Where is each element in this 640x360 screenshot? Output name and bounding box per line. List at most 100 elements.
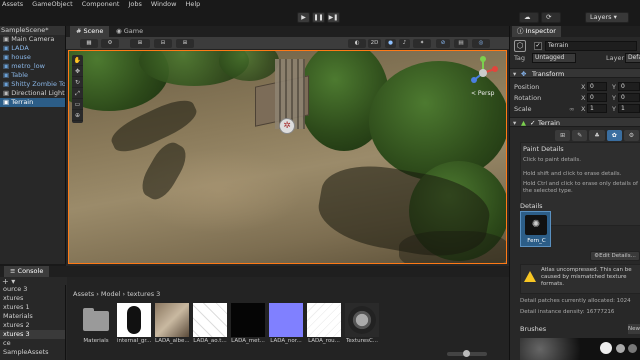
menu-gameobject[interactable]: GameObject — [32, 0, 73, 9]
folder-item[interactable]: SampleAssets — [0, 348, 65, 357]
breadcrumb-assets[interactable]: Assets — [73, 290, 94, 298]
rect-tool-button[interactable]: ▭ — [72, 99, 83, 110]
paint-terrain-button[interactable]: ✎ — [572, 130, 588, 141]
fern-thumbnail-icon: ✺ — [525, 215, 547, 235]
breadcrumb-model[interactable]: Model — [101, 290, 121, 298]
step-button[interactable]: ▶❚ — [327, 12, 340, 23]
hierarchy-item-main-camera[interactable]: ▣ Main Camera — [0, 35, 65, 44]
active-checkbox[interactable]: ✓ — [534, 42, 542, 50]
menu-jobs[interactable]: Jobs — [128, 0, 141, 9]
hierarchy-item-house[interactable]: ▣ house — [0, 53, 65, 62]
brush-soft-icon[interactable] — [616, 344, 625, 353]
paint-trees-button[interactable]: ♣ — [589, 130, 605, 141]
asset-lada-roughness[interactable]: LADA_rou... — [307, 303, 341, 347]
hierarchy-scene-row[interactable]: SampleScene* — [0, 26, 65, 35]
edit-details-label: Edit Details... — [599, 253, 636, 259]
thumbnail-size-slider[interactable] — [447, 350, 487, 357]
audio-toggle[interactable]: ♪ — [399, 39, 410, 48]
pause-button[interactable]: ❚❚ — [312, 12, 325, 23]
tab-scene[interactable]: # Scene — [70, 26, 110, 37]
play-button[interactable]: ▶ — [297, 12, 310, 23]
draw-mode-dropdown[interactable]: ▦ — [80, 39, 98, 48]
link-icon[interactable]: ∞ — [569, 105, 574, 113]
scene-viewport[interactable]: ✲ ✋ ✥ ↻ ⤢ ▭ ⊕ < Persp — [68, 50, 507, 264]
hierarchy-item-table[interactable]: ▣ Table — [0, 71, 65, 80]
scale-tool-button[interactable]: ⤢ — [72, 88, 83, 99]
hand-tool-button[interactable]: ✋ — [72, 55, 83, 66]
asset-materials-folder[interactable]: Materials — [79, 303, 113, 347]
menu-window[interactable]: Window — [151, 0, 177, 9]
layers-dropdown[interactable]: Layers ▾ — [585, 12, 629, 23]
folder-item[interactable]: Materials — [0, 312, 65, 321]
rotation-y-field[interactable]: 0 — [618, 93, 640, 102]
paint-details-button[interactable]: ✿ — [606, 130, 622, 141]
position-y-field[interactable]: 0 — [618, 82, 640, 91]
effects-dropdown[interactable]: ✦ — [413, 39, 431, 48]
asset-textures-c[interactable]: TexturesC... — [345, 303, 379, 347]
folder-item-selected[interactable]: xtures 3 — [0, 330, 65, 339]
hierarchy-item-lada[interactable]: ▣ LADA — [0, 44, 65, 53]
scale-x-field[interactable]: 1 — [587, 104, 607, 113]
move-tool-button[interactable]: ✥ — [72, 66, 83, 77]
scale-y-field[interactable]: 1 — [618, 104, 640, 113]
asset-internal-gr[interactable]: internal_gr... — [117, 303, 151, 347]
prefab-icon: ▣ — [3, 71, 12, 79]
grid-icon: ⊞ — [137, 40, 143, 46]
rotation-x-field[interactable]: 0 — [587, 93, 607, 102]
transform-tool-button[interactable]: ⊕ — [72, 110, 83, 121]
slider-handle[interactable] — [463, 350, 470, 357]
tab-inspector[interactable]: ⓘ Inspector — [512, 26, 561, 37]
terrain-settings-button[interactable]: ⚙ — [623, 130, 640, 141]
menu-component[interactable]: Component — [82, 0, 120, 9]
menu-assets[interactable]: Assets — [2, 0, 23, 9]
rotate-tool-button[interactable]: ↻ — [72, 77, 83, 88]
asset-lada-albedo[interactable]: LADA_albe... — [155, 303, 189, 347]
lighting-toggle[interactable]: ● — [385, 39, 396, 48]
brush-fade-icon[interactable] — [628, 344, 637, 353]
history-button[interactable]: ⟳ — [541, 12, 561, 23]
menu-help[interactable]: Help — [185, 0, 200, 9]
gizmos-dropdown[interactable]: ◎ — [472, 39, 490, 48]
shading-mode-button[interactable]: ◐ — [348, 39, 366, 48]
asset-lada-metallic[interactable]: LADA_met... — [231, 303, 265, 347]
tab-game[interactable]: ◉ Game — [110, 26, 149, 37]
render-dropdown[interactable]: ⚙ — [101, 39, 119, 48]
hierarchy-item-directional-light[interactable]: ▣ Directional Light — [0, 89, 65, 98]
hidden-objects-toggle[interactable]: ⊘ — [436, 39, 450, 48]
position-x-field[interactable]: 0 — [587, 82, 607, 91]
layer-dropdown[interactable]: Defa — [625, 53, 640, 63]
folder-item[interactable]: ource 3 — [0, 285, 65, 294]
persp-label[interactable]: < Persp — [471, 90, 495, 97]
toggle-2d-button[interactable]: 2D — [368, 39, 381, 48]
detail-tile-fern[interactable]: ✺ Fern_C — [520, 211, 551, 247]
brush-circle-icon[interactable] — [600, 342, 612, 354]
terrain-header[interactable]: ▾ ▲ ✓ Terrain — [510, 117, 640, 127]
object-name-field[interactable]: Terrain — [545, 41, 637, 51]
orientation-gizmo[interactable]: < Persp — [466, 55, 500, 99]
bottom-panel: ≡ Console + ▾ ⌕ ◈ ◆ ★ 👁16 ource 3 xtures… — [0, 266, 509, 360]
new-brush-button[interactable]: New — [628, 324, 640, 334]
edit-details-button[interactable]: ⚙Edit Details... — [590, 251, 640, 261]
tab-console[interactable]: ≡ Console — [4, 266, 50, 277]
hierarchy-item-zombie-tower[interactable]: ▣ Shitty Zombie Tower — [0, 80, 65, 89]
collab-button[interactable]: ☁ — [519, 12, 539, 23]
snap-increment-button[interactable]: ⊟ — [154, 39, 172, 48]
camera-settings-button[interactable]: ▤ — [454, 39, 468, 48]
hierarchy-item-terrain[interactable]: ▣ Terrain — [0, 98, 65, 107]
folder-item[interactable]: ce — [0, 339, 65, 348]
create-neighbor-button[interactable]: ⊞ — [555, 130, 571, 141]
grid-plane-button[interactable]: ⊞ — [176, 39, 194, 48]
component-checkbox[interactable]: ✓ — [530, 119, 535, 127]
grid-snap-dropdown[interactable]: ⊞ — [130, 39, 150, 48]
breadcrumb-textures3[interactable]: textures 3 — [127, 290, 160, 298]
asset-lada-ao[interactable]: LADA_ao.t... — [193, 303, 227, 347]
hand-icon: ✋ — [73, 57, 82, 64]
tag-dropdown[interactable]: Untagged — [532, 53, 576, 63]
folder-item[interactable]: xtures 2 — [0, 321, 65, 330]
asset-lada-normal[interactable]: LADA_nor... — [269, 303, 303, 347]
gameobject-icon: ▣ — [3, 35, 12, 43]
folder-item[interactable]: xtures 1 — [0, 303, 65, 312]
transform-header[interactable]: ▾ ✥ Transform — [510, 68, 640, 78]
hierarchy-item-metro[interactable]: ▣ metro_low — [0, 62, 65, 71]
folder-item[interactable]: xtures — [0, 294, 65, 303]
